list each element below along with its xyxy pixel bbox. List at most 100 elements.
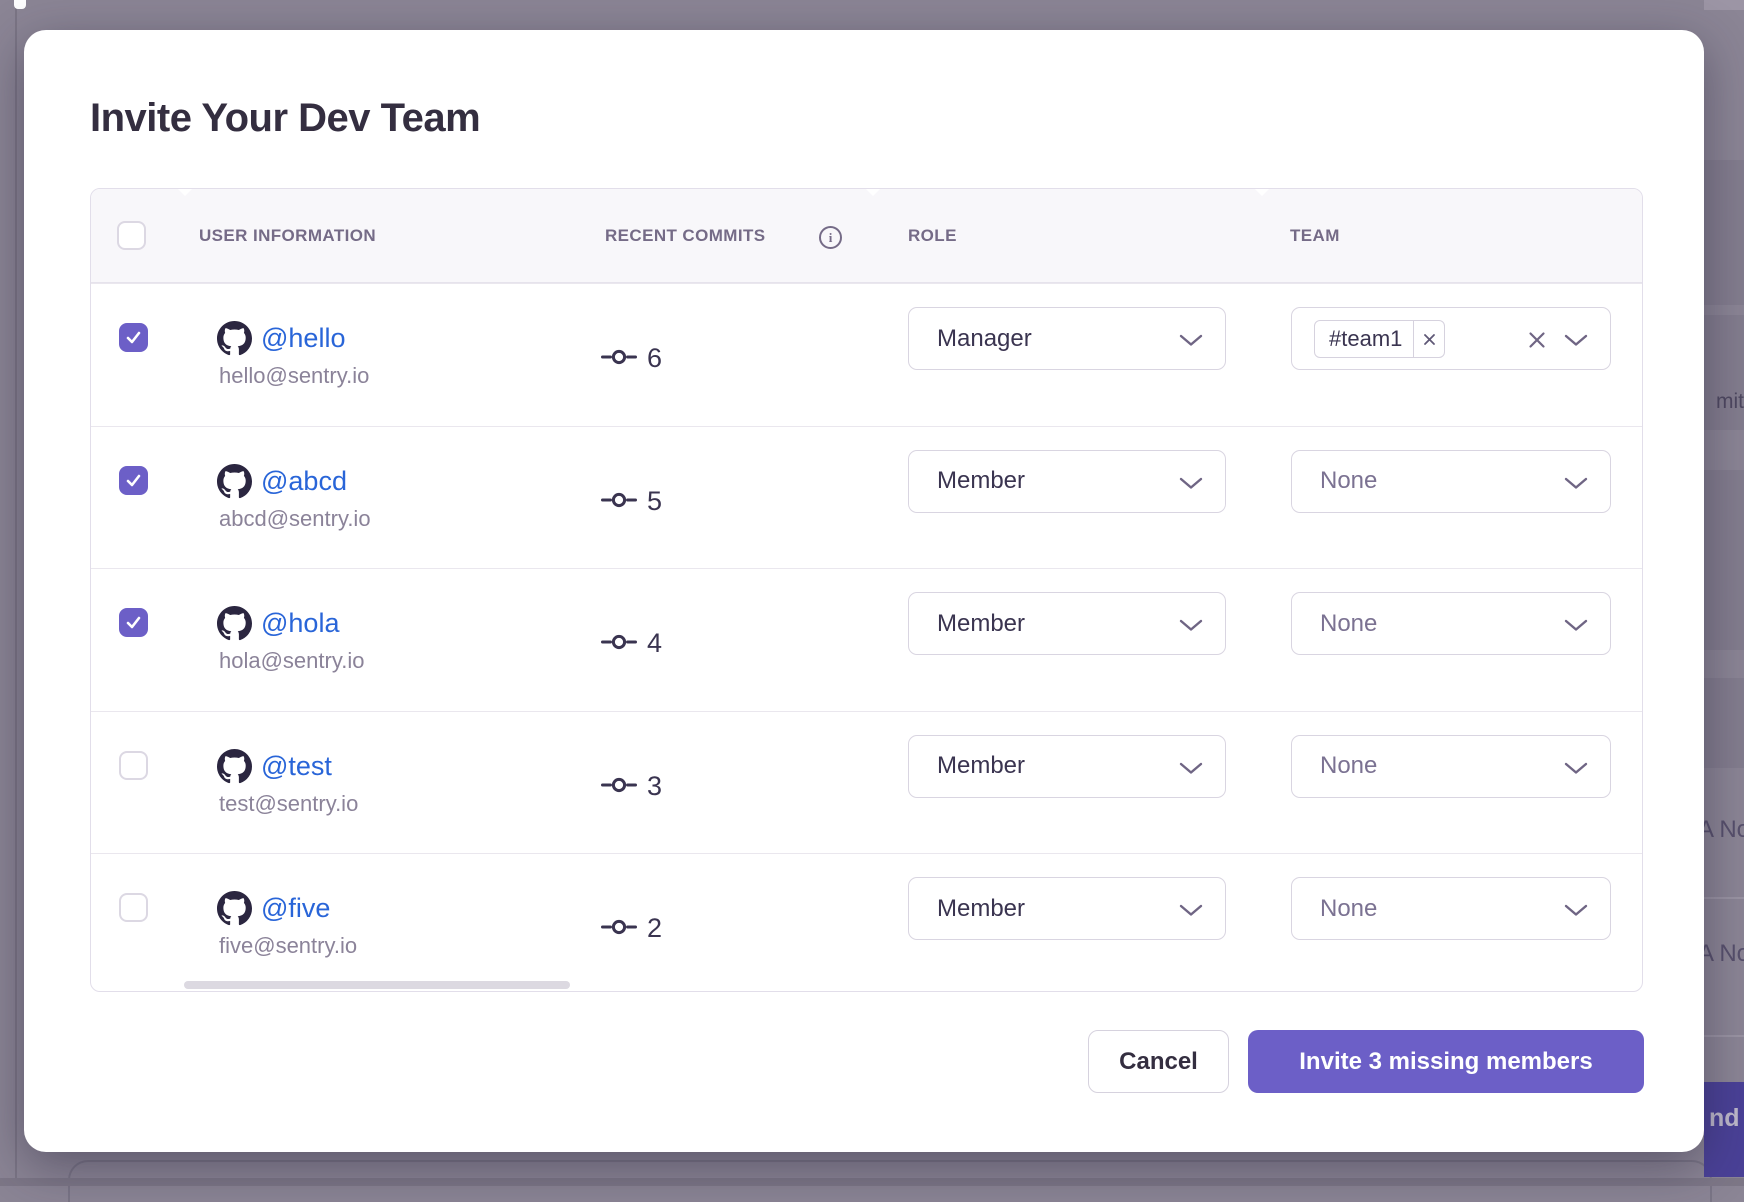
team-multiselect[interactable]: None xyxy=(1291,877,1611,940)
table-row: @hello hello@sentry.io 6 Manager #team1 xyxy=(91,283,1642,426)
chevron-down-icon xyxy=(1179,334,1203,352)
team-multiselect[interactable]: None xyxy=(1291,735,1611,798)
github-icon xyxy=(217,891,252,926)
role-select-value: Member xyxy=(937,610,1025,638)
chevron-down-icon xyxy=(1179,762,1203,780)
horizontal-scrollbar[interactable] xyxy=(184,981,570,989)
commit-count: 6 xyxy=(647,343,662,374)
check-icon xyxy=(124,328,143,347)
commit-icon xyxy=(601,346,637,373)
chevron-down-icon xyxy=(1564,477,1588,495)
select-all-checkbox[interactable] xyxy=(117,221,146,250)
column-header-user: USER INFORMATION xyxy=(199,189,376,283)
backdrop-row-block xyxy=(1704,470,1744,650)
backdrop-topbar-sliver xyxy=(1704,0,1744,10)
commit-count: 2 xyxy=(647,913,662,944)
commit-count: 4 xyxy=(647,628,662,659)
backdrop-text-fragment: A No xyxy=(1704,816,1744,844)
commit-icon xyxy=(601,631,637,658)
backdrop-white-notch xyxy=(14,0,26,9)
chevron-down-icon xyxy=(1564,619,1588,637)
role-select-value: Manager xyxy=(937,325,1032,353)
user-email: hola@sentry.io xyxy=(219,648,364,673)
backdrop-text-fragment: A No xyxy=(1704,940,1744,968)
team-multiselect[interactable]: None xyxy=(1291,592,1611,655)
column-notch xyxy=(865,188,881,196)
team-select-placeholder: None xyxy=(1320,610,1377,638)
table-row: @abcd abcd@sentry.io 5 Member None xyxy=(91,426,1642,569)
info-icon[interactable]: i xyxy=(819,226,842,249)
commit-icon xyxy=(601,489,637,516)
table-row: @test test@sentry.io 3 Member None xyxy=(91,711,1642,854)
github-username-link[interactable]: @hola xyxy=(261,608,339,639)
backdrop-right-strip: mit A No A No nd xyxy=(1704,0,1744,1186)
table-row: @hola hola@sentry.io 4 Member None xyxy=(91,568,1642,711)
backdrop-button-text-fragment: nd xyxy=(1709,1104,1740,1133)
team-chip-label: #team1 xyxy=(1315,326,1413,352)
backdrop-row-block xyxy=(1704,678,1744,768)
backdrop-row-block xyxy=(1704,160,1744,305)
chevron-down-icon xyxy=(1564,334,1588,352)
chevron-down-icon xyxy=(1179,619,1203,637)
row-checkbox[interactable] xyxy=(119,608,148,637)
row-checkbox[interactable] xyxy=(119,751,148,780)
github-username-link[interactable]: @abcd xyxy=(261,466,347,497)
role-select[interactable]: Manager xyxy=(908,307,1226,370)
column-header-team: TEAM xyxy=(1290,189,1340,283)
github-username-link[interactable]: @five xyxy=(261,893,330,924)
github-icon xyxy=(217,321,252,356)
role-select-value: Member xyxy=(937,752,1025,780)
github-username-link[interactable]: @hello xyxy=(261,323,345,354)
modal-title: Invite Your Dev Team xyxy=(90,96,480,141)
github-icon xyxy=(217,606,252,641)
commit-count: 3 xyxy=(647,771,662,802)
github-icon xyxy=(217,749,252,784)
column-notch xyxy=(177,188,193,196)
members-table: USER INFORMATION RECENT COMMITS i ROLE T… xyxy=(90,188,1643,992)
invite-dev-team-modal: Invite Your Dev Team USER INFORMATION RE… xyxy=(24,30,1704,1152)
chevron-down-icon xyxy=(1564,762,1588,780)
clear-teams-icon[interactable] xyxy=(1528,331,1546,354)
check-icon xyxy=(124,471,143,490)
backdrop-divider xyxy=(1704,897,1744,899)
role-select-value: Member xyxy=(937,467,1025,495)
backdrop-purple-button: nd xyxy=(1704,1082,1744,1177)
invite-members-button[interactable]: Invite 3 missing members xyxy=(1248,1030,1644,1093)
row-checkbox[interactable] xyxy=(119,323,148,352)
column-header-role: ROLE xyxy=(908,189,957,283)
cancel-button[interactable]: Cancel xyxy=(1088,1030,1229,1093)
chevron-down-icon xyxy=(1179,904,1203,922)
team-multiselect[interactable]: None xyxy=(1291,450,1611,513)
user-email: hello@sentry.io xyxy=(219,363,369,388)
role-select[interactable]: Member xyxy=(908,450,1226,513)
backdrop-divider xyxy=(1704,1035,1744,1037)
commit-icon xyxy=(601,916,637,943)
role-select[interactable]: Member xyxy=(908,877,1226,940)
table-header-row: USER INFORMATION RECENT COMMITS i ROLE T… xyxy=(91,189,1642,283)
github-username-link[interactable]: @test xyxy=(261,751,332,782)
column-notch xyxy=(1254,188,1270,196)
role-select[interactable]: Member xyxy=(908,592,1226,655)
backdrop-bottom-band xyxy=(0,1178,1744,1186)
team-select-placeholder: None xyxy=(1320,752,1377,780)
team-multiselect[interactable]: #team1 xyxy=(1291,307,1611,370)
team-select-placeholder: None xyxy=(1320,895,1377,923)
commit-count: 5 xyxy=(647,486,662,517)
user-email: test@sentry.io xyxy=(219,791,358,816)
chevron-down-icon xyxy=(1179,477,1203,495)
chevron-down-icon xyxy=(1564,904,1588,922)
team-chip: #team1 xyxy=(1314,320,1445,358)
backdrop-text-fragment: mit xyxy=(1716,390,1744,414)
commit-icon xyxy=(601,774,637,801)
table-row: @five five@sentry.io 2 Member None xyxy=(91,853,1642,992)
role-select-value: Member xyxy=(937,895,1025,923)
user-email: abcd@sentry.io xyxy=(219,506,371,531)
row-checkbox[interactable] xyxy=(119,466,148,495)
row-checkbox[interactable] xyxy=(119,893,148,922)
user-email: five@sentry.io xyxy=(219,933,357,958)
remove-team-icon[interactable] xyxy=(1413,321,1444,357)
backdrop-sidebar-edge xyxy=(15,0,17,1186)
team-select-placeholder: None xyxy=(1320,467,1377,495)
role-select[interactable]: Member xyxy=(908,735,1226,798)
github-icon xyxy=(217,464,252,499)
